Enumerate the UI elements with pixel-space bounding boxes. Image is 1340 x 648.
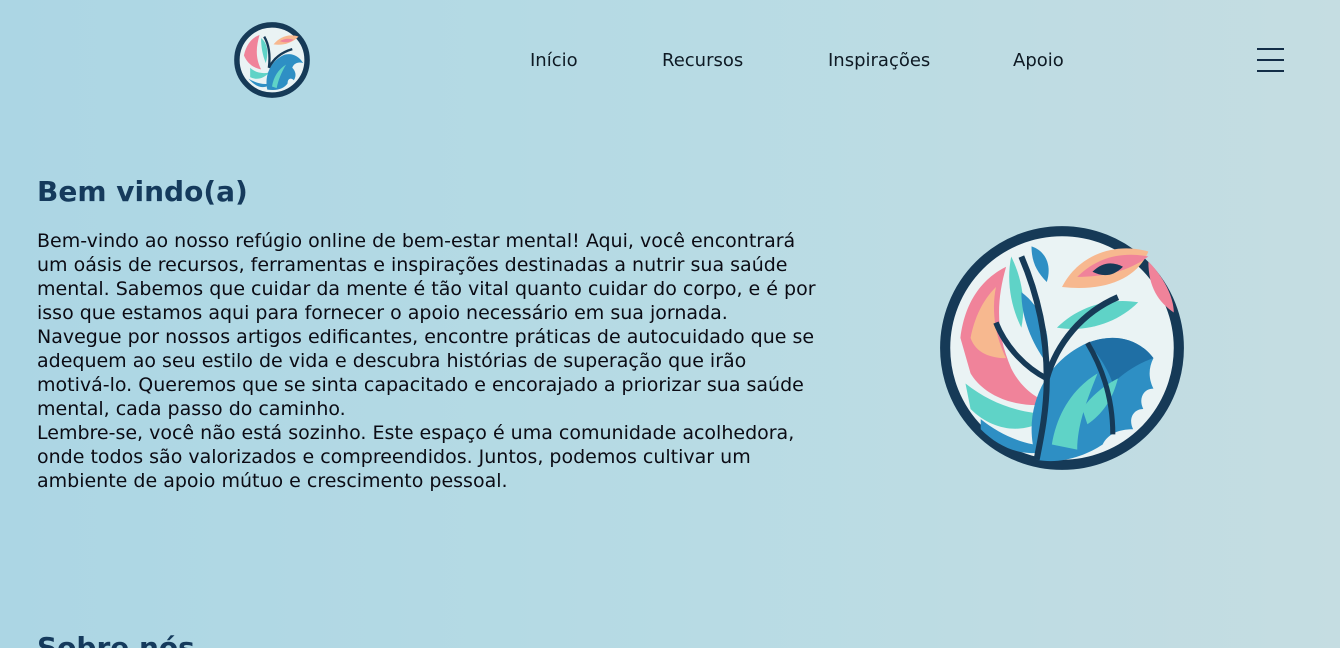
nav-link-recursos[interactable]: Recursos (662, 48, 743, 74)
welcome-text: Bem-vindo ao nosso refúgio online de bem… (37, 229, 817, 493)
welcome-title: Bem vindo(a) (37, 175, 248, 208)
nav-link-inspiracoes[interactable]: Inspirações (828, 48, 930, 74)
nav-link-inicio[interactable]: Início (530, 48, 578, 74)
hamburger-menu-icon[interactable] (1256, 46, 1286, 74)
site-header: Início Recursos Inspirações Apoio (0, 0, 1340, 120)
main-nav: Início Recursos Inspirações Apoio (0, 48, 1340, 74)
welcome-paragraph: Lembre-se, você não está sozinho. Este e… (37, 422, 795, 492)
nav-link-apoio[interactable]: Apoio (1013, 48, 1064, 74)
welcome-paragraph: Navegue por nossos artigos edificantes, … (37, 326, 815, 420)
welcome-paragraph: Bem-vindo ao nosso refúgio online de bem… (37, 230, 816, 324)
brain-leaf-illustration-icon (932, 221, 1192, 475)
menu-bar (1257, 48, 1284, 50)
menu-bar (1257, 59, 1284, 61)
menu-bar (1257, 70, 1284, 72)
about-section-title: Sobre nós (37, 631, 195, 648)
